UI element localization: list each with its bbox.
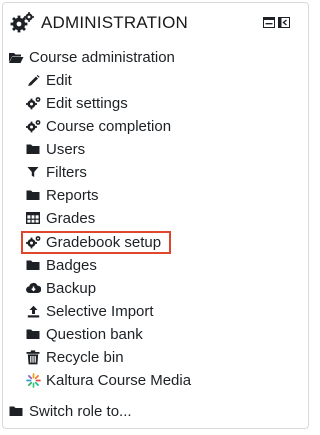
menu-item-label: Selective Import [46,302,154,320]
menu-item-label: Question bank [46,325,143,343]
menu-item-edit[interactable]: Edit [25,69,72,91]
cloud-download-icon [25,280,41,296]
kaltura-icon [25,372,41,388]
menu-item-backup[interactable]: Backup [25,277,96,299]
collapse-block-icon[interactable] [278,17,290,28]
switch-role-label: Switch role to... [29,402,132,420]
menu-item-gradebook-setup[interactable]: Gradebook setup [25,231,161,253]
menu-item-label: Recycle bin [46,348,124,366]
folder-icon [8,403,24,419]
menu-item-label: Edit [46,71,72,89]
menu-item-label: Reports [46,186,99,204]
menu-item-question-bank[interactable]: Question bank [25,323,143,345]
folder-icon [25,326,41,342]
menu-item-edit-settings[interactable]: Edit settings [25,92,128,114]
filter-icon [25,164,41,180]
menu-item-label: Users [46,140,86,158]
menu-item-label: Filters [46,163,87,181]
menu-item-selective-import[interactable]: Selective Import [25,300,154,322]
cogs-icon [25,234,41,250]
folder-icon [25,257,41,273]
menu-item-label: Course completion [46,117,172,135]
pencil-icon [25,72,41,88]
menu-item-grades[interactable]: Grades [25,207,95,229]
dock-block-icon[interactable] [263,17,275,28]
folder-open-icon [8,49,24,65]
course-administration-node[interactable]: Course administration [8,46,175,68]
administration-block: ADMINISTRATION Course administration Edi… [2,2,309,429]
menu-item-reports[interactable]: Reports [25,184,99,206]
menu-item-recycle-bin[interactable]: Recycle bin [25,346,124,368]
trash-icon [25,349,41,365]
cogs-icon [25,118,41,134]
folder-icon [25,141,41,157]
menu-item-kaltura-course-media[interactable]: Kaltura Course Media [25,369,191,391]
menu-item-label: Backup [46,279,97,297]
folder-icon [25,187,41,203]
block-header: ADMINISTRATION [3,3,308,43]
upload-icon [25,303,41,319]
menu-item-course-completion[interactable]: Course completion [25,115,171,137]
menu-item-filters[interactable]: Filters [25,161,87,183]
menu-item-label: Edit settings [46,94,128,112]
course-administration-label: Course administration [29,48,175,66]
menu-item-label: Badges [46,256,97,274]
block-title: ADMINISTRATION [41,13,188,32]
switch-role-node[interactable]: Switch role to... [8,400,132,422]
menu-item-label: Kaltura Course Media [46,371,192,389]
menu-item-badges[interactable]: Badges [25,254,97,276]
cogs-icon [10,12,34,33]
menu-item-users[interactable]: Users [25,138,85,160]
menu-item-label: Gradebook setup [46,233,162,251]
cogs-icon [25,95,41,111]
table-icon [25,210,41,226]
menu-item-label: Grades [46,209,96,227]
